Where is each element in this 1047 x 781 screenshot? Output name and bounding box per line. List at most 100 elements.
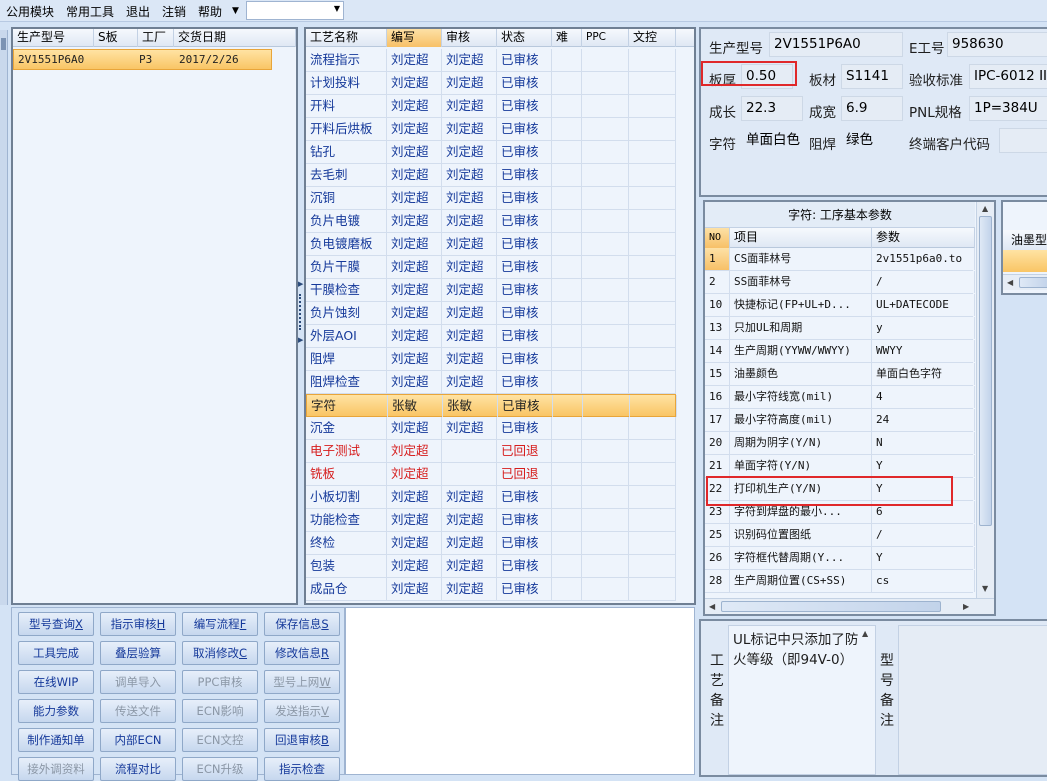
action-button-22[interactable]: ECN升级 — [182, 757, 258, 781]
action-button-10[interactable]: PPC审核 — [182, 670, 258, 694]
table-row[interactable]: 17 最小字符高度(mil) 24 — [705, 409, 975, 432]
action-button-12[interactable]: 能力参数 — [18, 699, 94, 723]
table-row[interactable]: 负片蚀刻 刘定超 刘定超 已审核 — [306, 302, 676, 325]
pnl-field[interactable]: 1P=384U — [969, 96, 1047, 121]
param-vertical-scrollbar[interactable]: ▲ ▼ — [976, 202, 994, 598]
table-row[interactable]: 去毛刺 刘定超 刘定超 已审核 — [306, 164, 676, 187]
table-row[interactable]: 10 快捷标记(FP+UL+D... UL+DATECODE — [705, 294, 975, 317]
table-row[interactable]: 流程指示 刘定超 刘定超 已审核 — [306, 49, 676, 72]
action-button-6[interactable]: 取消修改C — [182, 641, 258, 665]
menu-overflow-arrow-icon[interactable]: ▼ — [232, 6, 239, 16]
table-row[interactable]: 小板切割 刘定超 刘定超 已审核 — [306, 486, 676, 509]
col-header-model[interactable]: 生产型号 — [13, 29, 94, 47]
table-row[interactable]: 干膜检查 刘定超 刘定超 已审核 — [306, 279, 676, 302]
col-header-difficulty[interactable]: 难 — [552, 29, 582, 47]
action-button-11[interactable]: 型号上网W — [264, 670, 340, 694]
action-button-4[interactable]: 工具完成 — [18, 641, 94, 665]
menu-exit[interactable]: 退出 — [126, 3, 150, 20]
scroll-right-icon[interactable]: ▶ — [963, 602, 969, 611]
table-row[interactable]: 开料后烘板 刘定超 刘定超 已审核 — [306, 118, 676, 141]
char-field[interactable]: 单面白色 — [741, 128, 803, 153]
action-button-8[interactable]: 在线WIP — [18, 670, 94, 694]
table-row[interactable]: 计划投料 刘定超 刘定超 已审核 — [306, 72, 676, 95]
ink-scroll-thumb[interactable] — [1019, 277, 1047, 288]
ink-selected-row[interactable] — [1003, 250, 1047, 272]
col-header-no[interactable]: NO — [705, 228, 730, 248]
table-row[interactable]: 21 单面字符(Y/N) Y — [705, 455, 975, 478]
action-button-2[interactable]: 编写流程F — [182, 612, 258, 636]
scroll-up-icon[interactable]: ▲ — [982, 204, 988, 213]
standard-field[interactable]: IPC-6012 II — [969, 64, 1047, 89]
table-row[interactable]: 2V1551P6A0 P3 2017/2/26 — [13, 49, 272, 70]
col-header-reviewer[interactable]: 审核 — [442, 29, 497, 47]
customer-code-field[interactable] — [999, 128, 1047, 153]
action-button-3[interactable]: 保存信息S — [264, 612, 340, 636]
table-row[interactable]: 终检 刘定超 刘定超 已审核 — [306, 532, 676, 555]
action-button-19[interactable]: 回退审核B — [264, 728, 340, 752]
material-field[interactable]: S1141 — [841, 64, 903, 89]
table-row[interactable]: 阻焊检查 刘定超 刘定超 已审核 — [306, 371, 676, 394]
action-button-16[interactable]: 制作通知单 — [18, 728, 94, 752]
menu-help[interactable]: 帮助 — [198, 3, 222, 20]
scroll-thumb[interactable] — [979, 216, 992, 526]
action-button-7[interactable]: 修改信息R — [264, 641, 340, 665]
table-row[interactable]: 阻焊 刘定超 刘定超 已审核 — [306, 348, 676, 371]
col-header-value[interactable]: 参数 — [872, 228, 975, 248]
table-row[interactable]: 28 生产周期位置(CS+SS) cs — [705, 570, 975, 593]
action-button-9[interactable]: 调单导入 — [100, 670, 176, 694]
col-header-process-name[interactable]: 工艺名称 — [306, 29, 387, 47]
menu-common-tools[interactable]: 常用工具 — [66, 3, 114, 20]
table-row[interactable]: 功能检查 刘定超 刘定超 已审核 — [306, 509, 676, 532]
col-header-s-board[interactable]: S板 — [94, 29, 138, 47]
table-row[interactable]: 13 只加UL和周期 y — [705, 317, 975, 340]
table-row[interactable]: 26 字符框代替周期(Y... Y — [705, 547, 975, 570]
ink-scroll-left-icon[interactable]: ◀ — [1007, 278, 1013, 287]
col-header-ppc[interactable]: PPC — [582, 29, 629, 47]
collapse-tab-icon[interactable] — [1, 38, 6, 50]
col-header-author[interactable]: 编写 — [387, 29, 442, 47]
table-row[interactable]: 16 最小字符线宽(mil) 4 — [705, 386, 975, 409]
e-number-field[interactable]: 958630 — [947, 32, 1047, 57]
col-header-item[interactable]: 项目 — [730, 228, 872, 248]
menu-combo-box[interactable]: ▼ — [246, 1, 344, 20]
col-header-factory[interactable]: 工厂 — [138, 29, 174, 47]
solder-mask-field[interactable]: 绿色 — [841, 128, 903, 153]
table-row[interactable]: 负片干膜 刘定超 刘定超 已审核 — [306, 256, 676, 279]
col-header-status[interactable]: 状态 — [497, 29, 552, 47]
width-field[interactable]: 6.9 — [841, 96, 903, 121]
scroll-left-icon[interactable]: ◀ — [709, 602, 715, 611]
action-button-1[interactable]: 指示审核H — [100, 612, 176, 636]
model-field[interactable]: 2V1551P6A0 — [769, 32, 903, 57]
table-row[interactable]: 沉铜 刘定超 刘定超 已审核 — [306, 187, 676, 210]
table-row[interactable]: 成品仓 刘定超 刘定超 已审核 — [306, 578, 676, 601]
table-row[interactable]: 20 周期为阴字(Y/N) N — [705, 432, 975, 455]
param-horizontal-scrollbar[interactable]: ◀ ▶ — [705, 598, 994, 614]
table-row[interactable]: 14 生产周期(YYWW/WWYY) WWYY — [705, 340, 975, 363]
col-header-delivery-date[interactable]: 交货日期 — [174, 29, 296, 47]
remark-scroll-up-icon[interactable]: ▲ — [862, 629, 868, 638]
col-header-doc-control[interactable]: 文控 — [629, 29, 676, 47]
table-row[interactable]: 1 CS面菲林号 2v1551p6a0.to — [705, 248, 975, 271]
action-button-18[interactable]: ECN文控 — [182, 728, 258, 752]
scroll-down-icon[interactable]: ▼ — [982, 584, 988, 593]
table-row[interactable]: 包装 刘定超 刘定超 已审核 — [306, 555, 676, 578]
action-button-0[interactable]: 型号查询X — [18, 612, 94, 636]
table-row[interactable]: 沉金 刘定超 刘定超 已审核 — [306, 417, 676, 440]
table-row[interactable]: 负片电镀 刘定超 刘定超 已审核 — [306, 210, 676, 233]
table-row[interactable]: 钻孔 刘定超 刘定超 已审核 — [306, 141, 676, 164]
action-button-15[interactable]: 发送指示V — [264, 699, 340, 723]
h-scroll-thumb[interactable] — [721, 601, 941, 612]
action-button-5[interactable]: 叠层验算 — [100, 641, 176, 665]
action-button-17[interactable]: 内部ECN — [100, 728, 176, 752]
table-row[interactable]: 2 SS面菲林号 / — [705, 271, 975, 294]
menu-logout[interactable]: 注销 — [162, 3, 186, 20]
table-row[interactable]: 负电镀磨板 刘定超 刘定超 已审核 — [306, 233, 676, 256]
table-row[interactable]: 铣板 刘定超 已回退 — [306, 463, 676, 486]
model-remark-textarea[interactable] — [898, 625, 1047, 775]
table-row[interactable]: 25 识别码位置图纸 / — [705, 524, 975, 547]
table-row[interactable]: 开料 刘定超 刘定超 已审核 — [306, 95, 676, 118]
action-button-20[interactable]: 接外调资料 — [18, 757, 94, 781]
action-button-23[interactable]: 指示检查 — [264, 757, 340, 781]
table-row[interactable]: 字符 张敏 张敏 已审核 — [306, 394, 677, 417]
table-row[interactable]: 15 油墨颜色 单面白色字符 — [705, 363, 975, 386]
